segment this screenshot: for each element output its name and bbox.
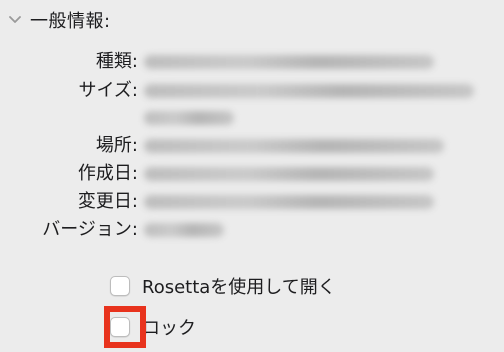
kind-label: 種類:	[95, 51, 138, 72]
rosetta-checkbox[interactable]	[110, 276, 130, 296]
info-row-size: サイズ:	[0, 77, 504, 125]
lock-option[interactable]: ロック	[110, 313, 196, 341]
version-value-redacted	[144, 223, 224, 237]
info-row-location: 場所:	[0, 132, 504, 160]
version-label: バージョン:	[42, 219, 138, 240]
info-row-version: バージョン:	[0, 216, 504, 244]
info-row-created: 作成日:	[0, 160, 504, 188]
kind-value-redacted	[144, 55, 434, 69]
general-info-section-header[interactable]: 一般情報:	[8, 6, 111, 34]
modified-label: 変更日:	[77, 191, 138, 212]
location-label: 場所:	[95, 135, 138, 156]
info-row-kind: 種類:	[0, 48, 504, 76]
lock-checkbox[interactable]	[110, 317, 130, 337]
size-label: サイズ:	[78, 80, 138, 101]
modified-value-redacted	[144, 195, 434, 209]
size-value-redacted	[144, 84, 474, 98]
created-label: 作成日:	[77, 163, 138, 184]
chevron-down-icon[interactable]	[8, 13, 22, 27]
section-title: 一般情報:	[30, 11, 111, 32]
size-value-redacted-line2	[144, 111, 234, 125]
info-row-modified: 変更日:	[0, 188, 504, 216]
rosetta-checkbox-label: Rosettaを使用して開く	[142, 277, 336, 298]
created-value-redacted	[144, 167, 434, 181]
lock-checkbox-label: ロック	[142, 318, 196, 339]
rosetta-option[interactable]: Rosettaを使用して開く	[110, 272, 336, 300]
location-value-redacted	[144, 139, 444, 153]
